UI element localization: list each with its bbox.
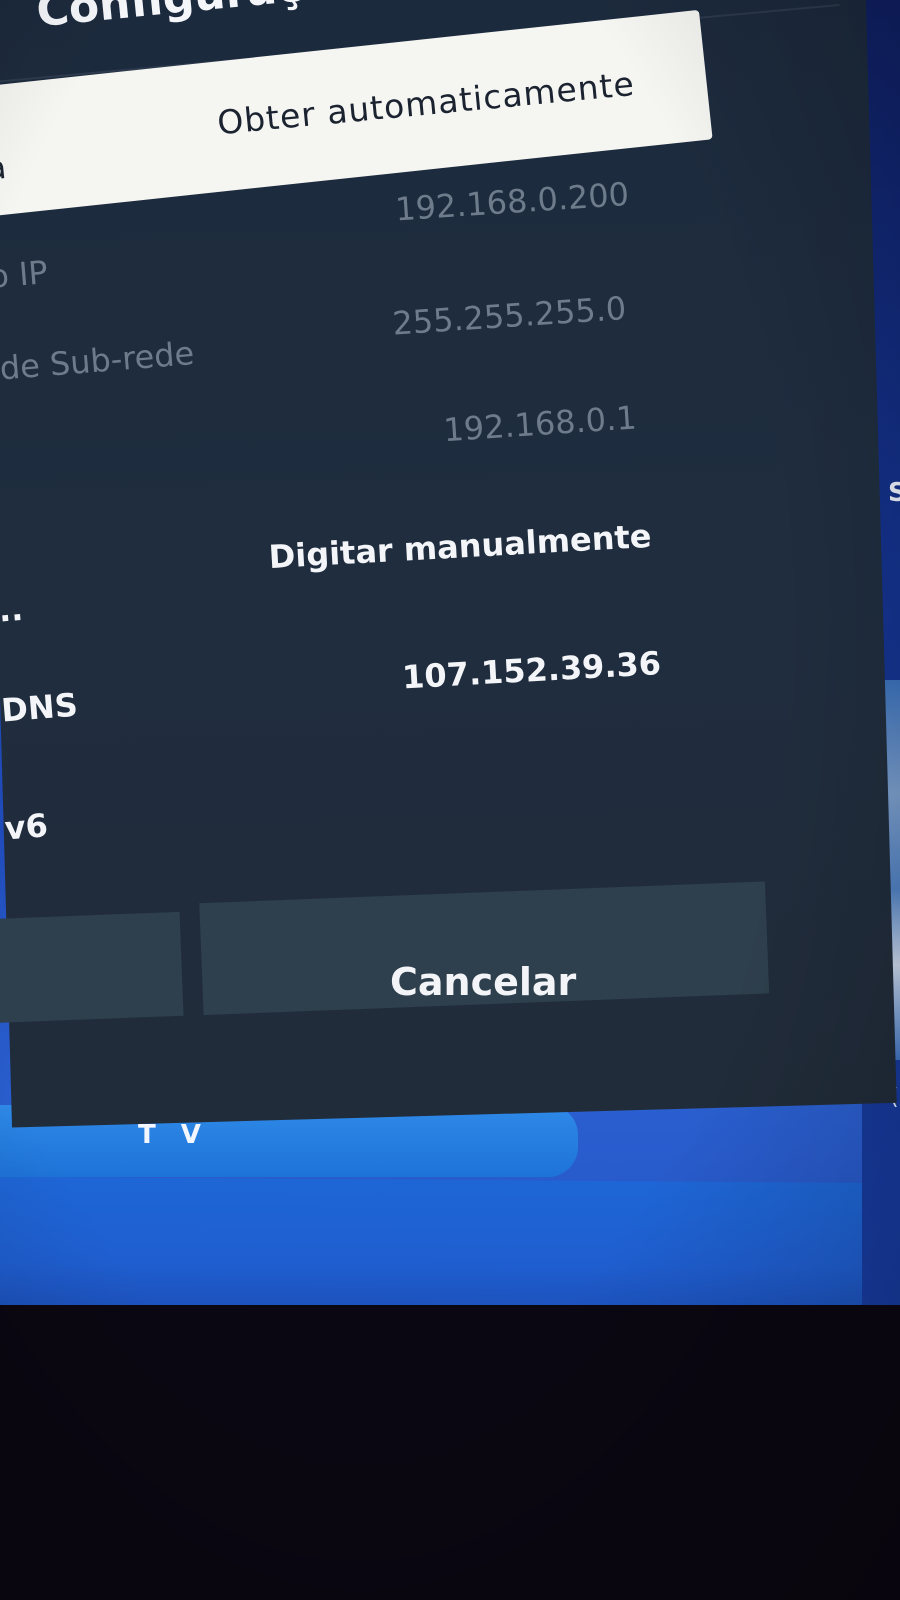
- cancel-button-label: Cancelar: [390, 960, 577, 1004]
- subnet-mask-label: de Sub-rede: [0, 334, 196, 388]
- dialog-title: Configurações IP: [34, 0, 454, 37]
- ip-settings-dialog: Configurações IP a Obter automaticamente…: [0, 0, 897, 1128]
- dns-setting-value: Digitar manualmente: [267, 516, 653, 577]
- tv-bezel: [0, 1305, 900, 1600]
- ip-address-value: 192.168.0.200: [394, 175, 631, 229]
- tv-bottom-band: [0, 1176, 900, 1324]
- ok-button[interactable]: [0, 911, 184, 1023]
- background-side-letter: S: [888, 478, 900, 508]
- dns-setting-label: ..: [0, 589, 25, 630]
- gateway-value: 192.168.0.1: [442, 398, 638, 450]
- background-banner-text: T V: [138, 1120, 209, 1150]
- dns-server-label: DNS: [0, 685, 80, 730]
- dns-server-value: 107.152.39.36: [401, 644, 662, 697]
- ip-address-label: o IP: [0, 253, 50, 296]
- subnet-mask-value: 255.255.255.0: [391, 289, 628, 343]
- tv-screen-photo: S ( T V Configurações IP a Obter automat…: [0, 0, 900, 1600]
- ipv6-label: v6: [3, 806, 50, 848]
